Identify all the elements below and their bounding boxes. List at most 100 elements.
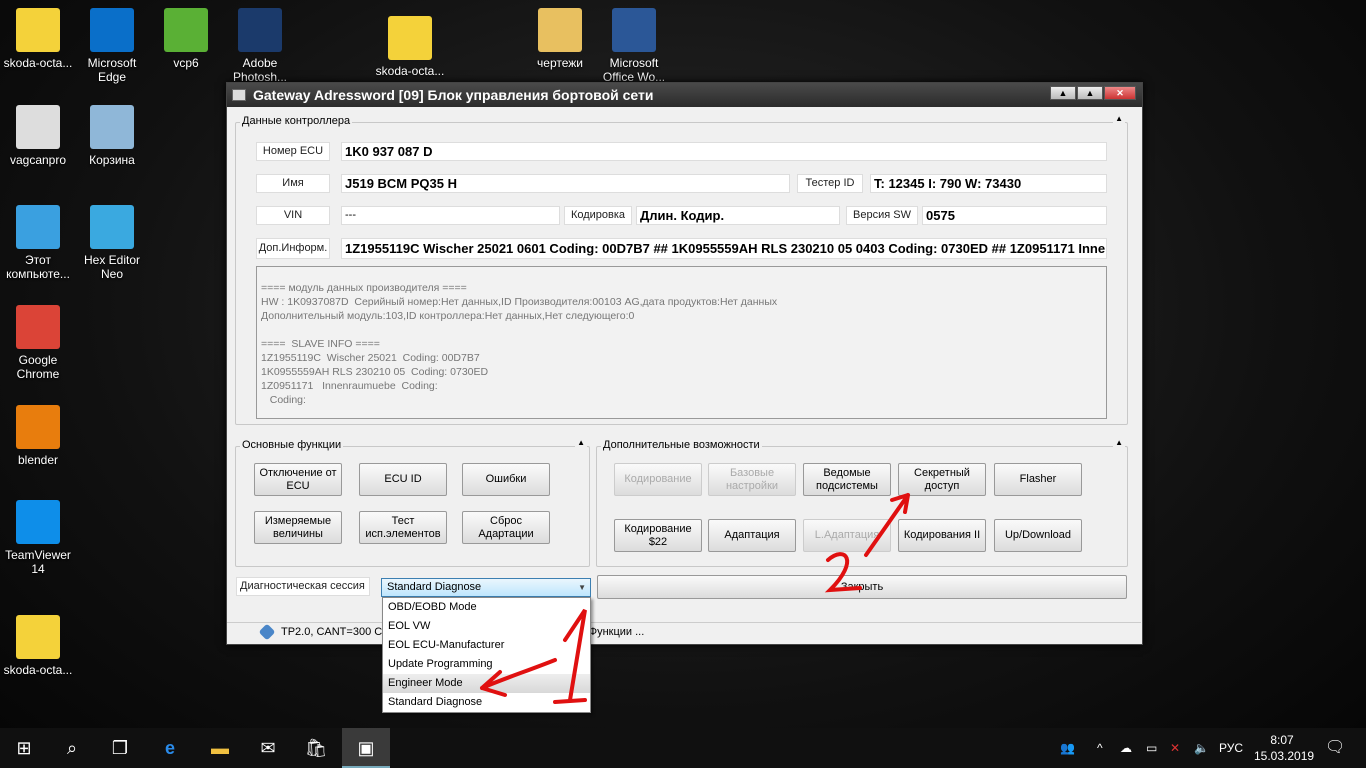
desktop-icon-label: skoda-octa... <box>3 56 73 70</box>
maximize-button[interactable]: ▲ <box>1077 86 1103 100</box>
desktop-icon[interactable]: Microsoft Edge <box>74 8 150 84</box>
close-button[interactable]: Закрыть <box>597 575 1127 599</box>
session-label: Диагностическая сессия <box>236 577 370 596</box>
option-eol-ecu-manufacturer[interactable]: EOL ECU-Manufacturer <box>383 636 590 655</box>
language-indicator[interactable]: РУС <box>1219 728 1243 768</box>
info-memo[interactable]: ==== модуль данных производителя ==== HW… <box>256 266 1107 419</box>
ecu-id-button[interactable]: ECU ID <box>359 463 447 496</box>
group-label: Дополнительные возможности <box>601 439 762 451</box>
desktop-icon[interactable]: чертежи <box>522 8 598 70</box>
search-icon[interactable]: ⌕ <box>48 728 96 768</box>
desktop-icon[interactable]: Этот компьюте... <box>0 205 76 281</box>
adaptation-button[interactable]: Адаптация <box>708 519 796 552</box>
desktop-icon[interactable]: Hex Editor Neo <box>74 205 150 281</box>
extra-info-value: 1Z1955119C Wischer 25021 0601 Coding: 00… <box>341 238 1107 259</box>
coding-button[interactable]: Кодирование <box>614 463 702 496</box>
desktop-icon[interactable]: skoda-octa... <box>0 8 76 70</box>
coding-value: Длин. Кодир. <box>636 206 840 225</box>
people-icon[interactable]: 👥 <box>1060 728 1075 768</box>
time: 8:07 <box>1270 733 1294 747</box>
ecu-number-label: Номер ECU <box>256 142 330 161</box>
action-center-icon[interactable]: 🗨 <box>1325 728 1345 768</box>
onedrive-icon[interactable]: ☁ <box>1120 728 1132 768</box>
collapse-icon[interactable]: ▲ <box>1113 114 1125 123</box>
desktop-icon-image <box>388 16 432 60</box>
option-eol-vw[interactable]: EOL VW <box>383 617 590 636</box>
ecu-number-value: 1K0 937 087 D <box>341 142 1107 161</box>
desktop-icon-image <box>538 8 582 52</box>
start-button[interactable]: ⊞ <box>0 728 48 768</box>
battery-icon[interactable]: ▭ <box>1146 728 1157 768</box>
errors-button[interactable]: Ошибки <box>462 463 550 496</box>
volume-icon[interactable]: 🔈 <box>1194 728 1209 768</box>
file-explorer-icon[interactable]: ▬ <box>196 728 244 768</box>
measured-values-button[interactable]: Измеряемые величины <box>254 511 342 544</box>
date: 15.03.2019 <box>1254 749 1315 763</box>
chevron-down-icon: ▼ <box>578 583 586 592</box>
vin-label: VIN <box>256 206 330 225</box>
reset-adaptation-button[interactable]: Сброс Адартации <box>462 511 550 544</box>
store-icon[interactable]: 🛍 <box>292 728 340 768</box>
option-standard-diagnose[interactable]: Standard Diagnose <box>383 693 590 712</box>
collapse-icon[interactable]: ▲ <box>575 438 587 447</box>
minimize-button[interactable]: ▲ <box>1050 86 1076 100</box>
desktop-icon-image <box>16 205 60 249</box>
security-access-button[interactable]: Секретный доступ <box>898 463 986 496</box>
basic-settings-button[interactable]: Базовые настройки <box>708 463 796 496</box>
desktop-icon-label: чертежи <box>537 56 583 70</box>
desktop-icon-label: Microsoft Edge <box>87 56 137 84</box>
desktop-icon-image <box>16 8 60 52</box>
tester-id-value: T: 12345 I: 790 W: 73430 <box>870 174 1107 193</box>
option-engineer-mode[interactable]: Engineer Mode <box>383 674 590 693</box>
session-combobox[interactable]: Standard Diagnose ▼ <box>381 578 591 597</box>
mail-icon[interactable]: ✉ <box>244 728 292 768</box>
connection-icon <box>258 623 276 641</box>
desktop-icon[interactable]: skoda-octa... <box>0 615 76 677</box>
desktop-icon-label: skoda-octa... <box>3 663 73 677</box>
desktop-icon-label: Корзина <box>89 153 135 167</box>
coding-22-button[interactable]: Кодирование $22 <box>614 519 702 552</box>
desktop-icon-label: blender <box>17 453 59 467</box>
close-window-button[interactable]: ✕ <box>1104 86 1136 100</box>
desktop-icon[interactable]: Google Chrome <box>0 305 76 381</box>
slave-systems-button[interactable]: Ведомые подсистемы <box>803 463 891 496</box>
desktop-icon[interactable]: vagcanpro <box>0 105 76 167</box>
window-title: Gateway Adressword [09] Блок управления … <box>253 87 654 103</box>
tray-chevron-icon[interactable]: ^ <box>1097 728 1103 768</box>
sw-version-label: Версия SW <box>846 206 918 225</box>
desktop-icon[interactable]: Adobe Photosh... <box>222 8 298 84</box>
collapse-icon[interactable]: ▲ <box>1113 438 1125 447</box>
task-view-icon[interactable]: ❐ <box>96 728 144 768</box>
actuator-test-button[interactable]: Тест исп.элементов <box>359 511 447 544</box>
desktop-icon-label: Этот компьюте... <box>6 253 70 281</box>
desktop-icon[interactable]: Корзина <box>74 105 150 167</box>
desktop-icon-image <box>164 8 208 52</box>
desktop-icon-label: vcp6 <box>173 56 199 70</box>
sw-version-value: 0575 <box>922 206 1107 225</box>
group-label: Основные функции <box>240 439 344 451</box>
up-download-button[interactable]: Up/Download <box>994 519 1082 552</box>
edge-taskbar-icon[interactable]: e <box>146 728 194 768</box>
session-dropdown-list: OBD/EOBD Mode EOL VW EOL ECU-Manufacture… <box>382 597 591 713</box>
desktop-icon-label: vagcanpro <box>9 153 67 167</box>
disconnect-ecu-button[interactable]: Отключение от ECU <box>254 463 342 496</box>
vin-value: --- <box>341 206 560 225</box>
desktop-icon-image <box>238 8 282 52</box>
desktop-icon[interactable]: vcp6 <box>148 8 224 70</box>
flasher-button[interactable]: Flasher <box>994 463 1082 496</box>
clock[interactable]: 8:07 15.03.2019 <box>1254 732 1315 764</box>
network-disconnected-icon[interactable]: ✕ <box>1170 728 1180 768</box>
desktop-icon[interactable]: TeamViewer 14 <box>0 500 76 576</box>
l-adaptation-button[interactable]: L.Адаптация <box>803 519 891 552</box>
vcp-taskbar-icon[interactable]: ▣ <box>342 728 390 768</box>
coding-ii-button[interactable]: Кодирования II <box>898 519 986 552</box>
desktop-icon[interactable]: Microsoft Office Wo... <box>596 8 672 84</box>
desktop-icon[interactable]: skoda-octa... <box>372 16 448 78</box>
option-update-programming[interactable]: Update Programming <box>383 655 590 674</box>
desktop-icon[interactable]: blender <box>0 405 76 467</box>
system-menu-icon[interactable] <box>232 89 246 101</box>
desktop-icon-image <box>90 8 134 52</box>
title-bar[interactable]: Gateway Adressword [09] Блок управления … <box>227 83 1142 107</box>
taskbar: ⊞ ⌕ ❐ e ▬ ✉ 🛍 ▣ 👥 ^ ☁ ▭ ✕ 🔈 РУС 8:07 15.… <box>0 728 1366 768</box>
option-obd-eobd[interactable]: OBD/EOBD Mode <box>383 598 590 617</box>
